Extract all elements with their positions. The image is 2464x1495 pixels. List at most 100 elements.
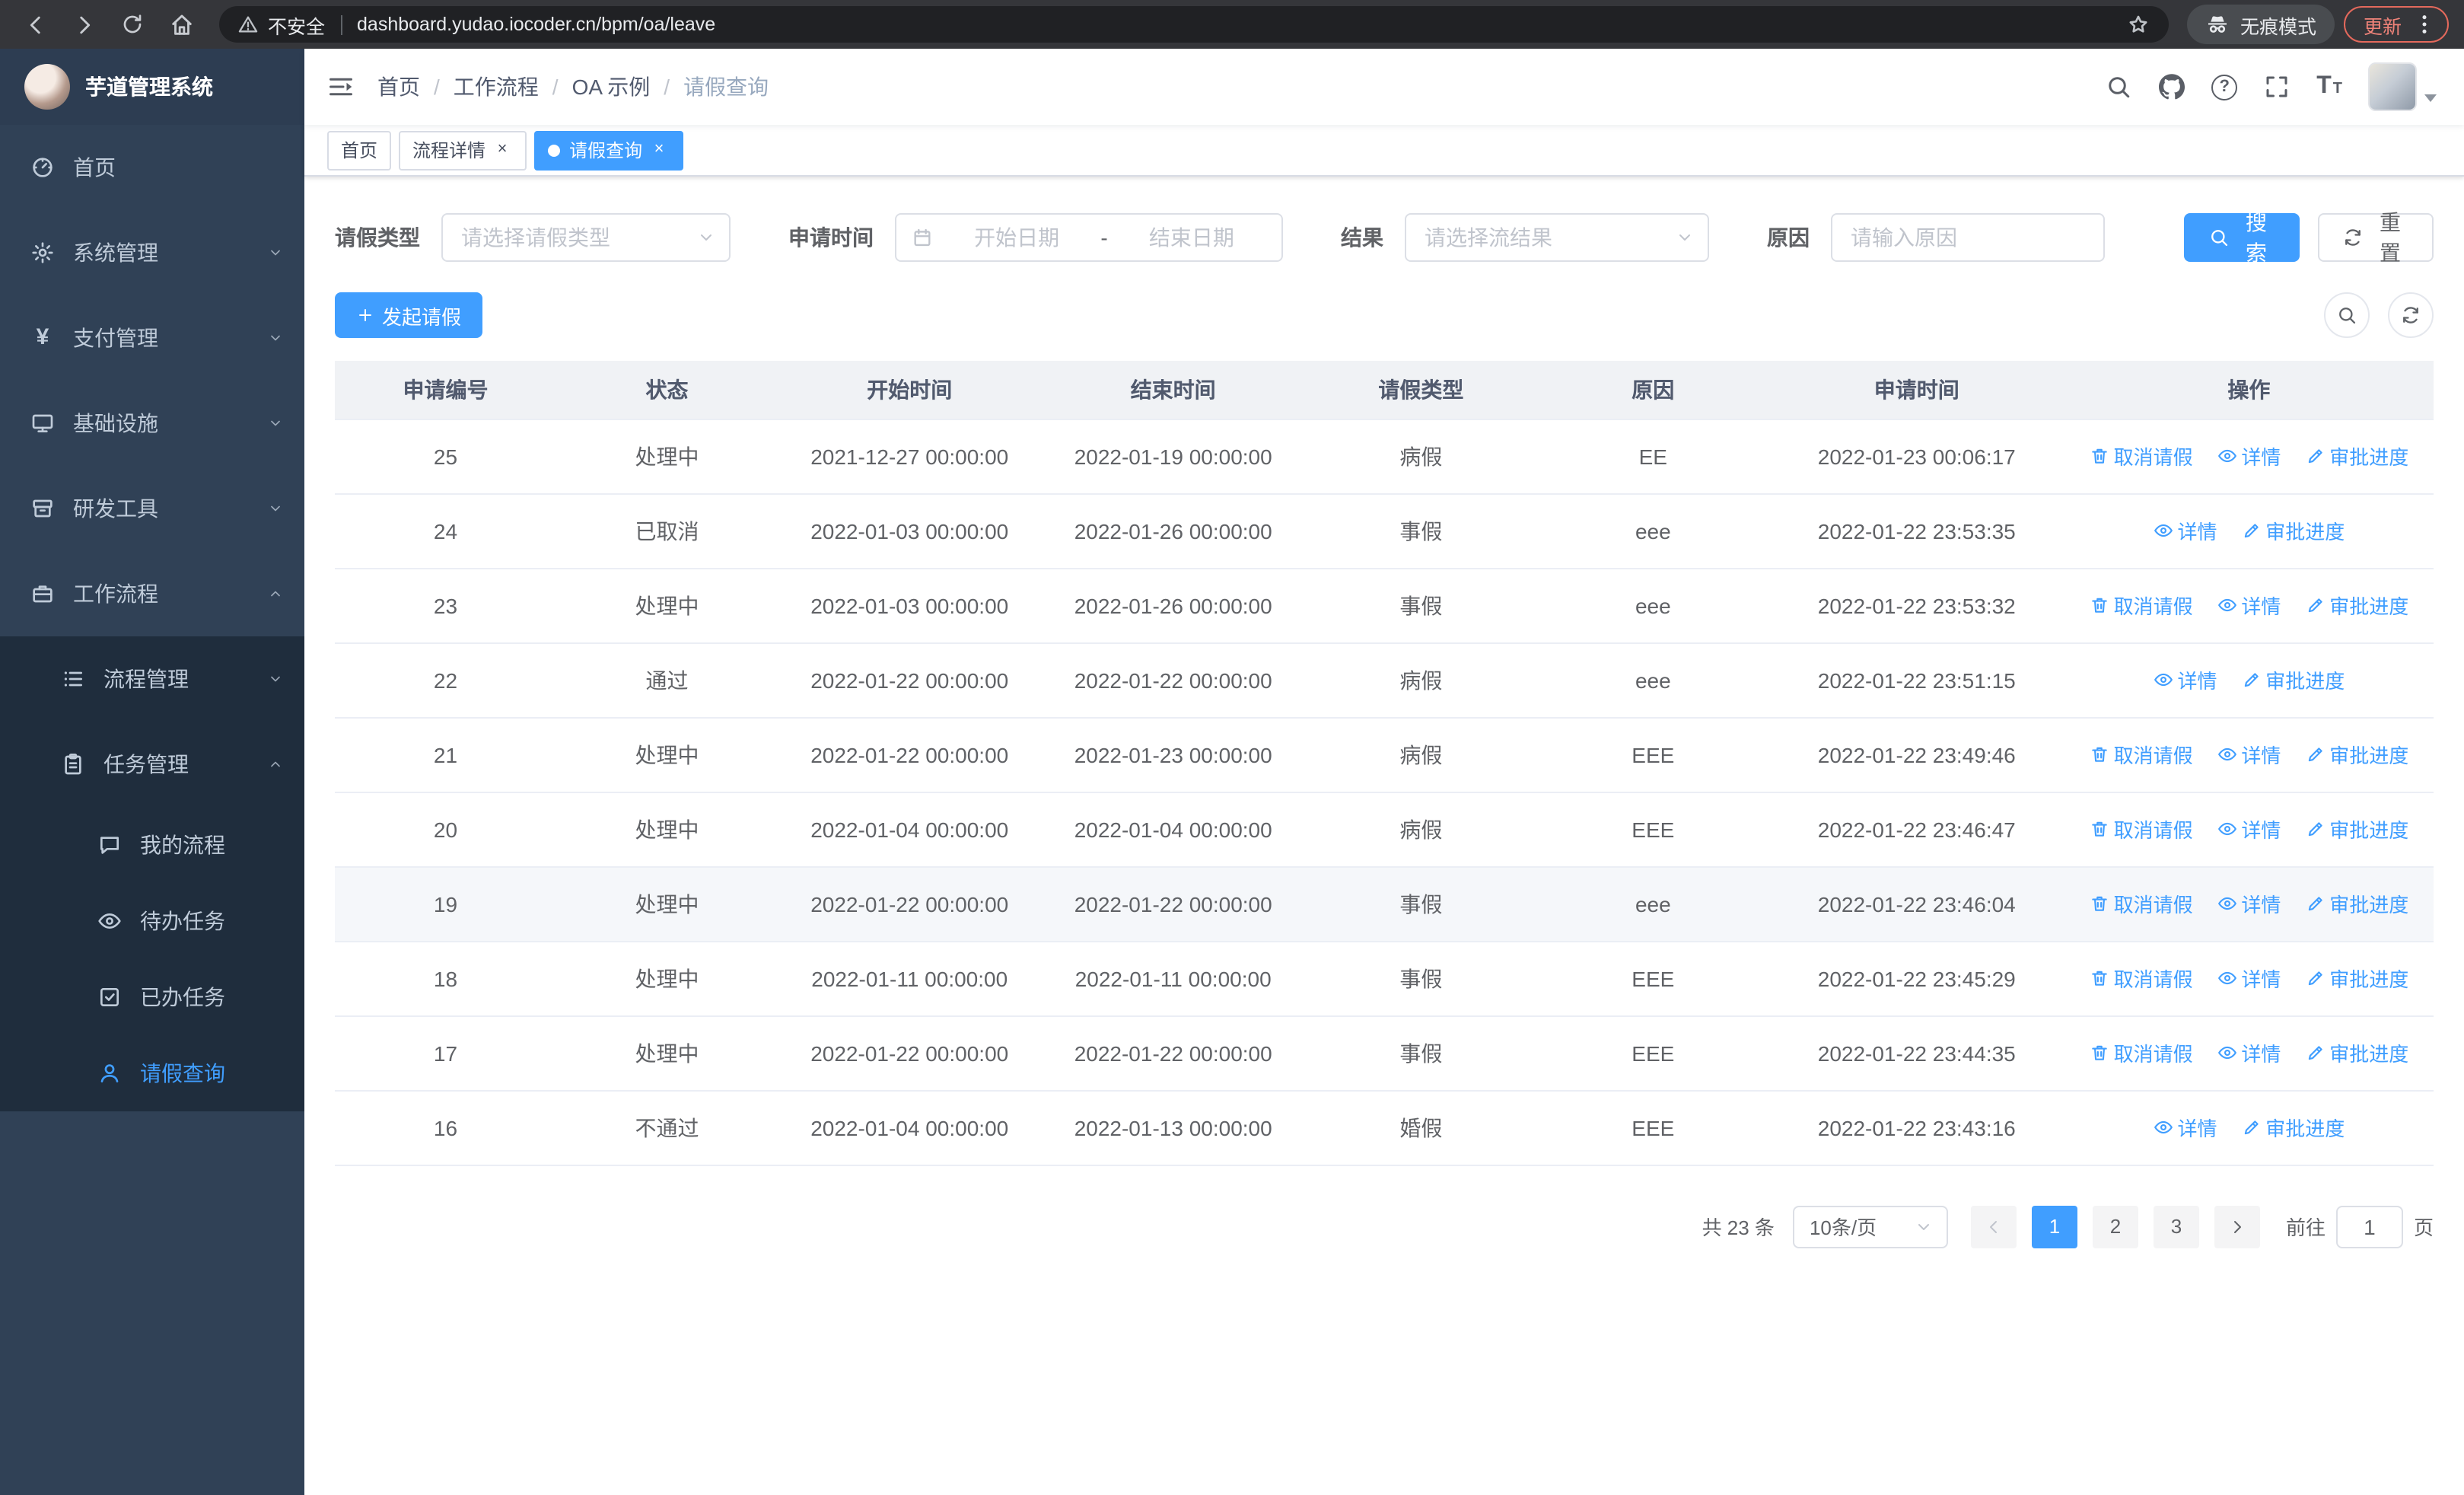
app-logo[interactable]: 芋道管理系统 [0, 49, 304, 125]
eye-icon [97, 909, 122, 933]
sidebar-item-devtools[interactable]: 研发工具 [0, 466, 304, 551]
detail-link[interactable]: 详情 [2153, 665, 2217, 694]
approval-progress-link[interactable]: 审批进度 [2305, 740, 2408, 769]
sidebar-item-done-tasks[interactable]: 已办任务 [0, 959, 304, 1035]
tab-leave-query[interactable]: 请假查询 [534, 130, 684, 170]
page-button-1[interactable]: 1 [2031, 1205, 2077, 1248]
toggle-search-button[interactable] [2324, 292, 2370, 338]
chat-icon [97, 833, 122, 857]
fullscreen-icon[interactable] [2263, 73, 2291, 100]
sidebar-item-leave-query[interactable]: 请假查询 [0, 1035, 304, 1111]
filter-group-reason: 原因 请输入原因 [1767, 213, 2105, 262]
reload-icon [120, 12, 145, 37]
detail-link[interactable]: 详情 [2217, 964, 2281, 993]
sidebar-item-todo-tasks[interactable]: 待办任务 [0, 883, 304, 959]
detail-link[interactable]: 详情 [2153, 516, 2217, 545]
browser-forward-button[interactable] [64, 5, 103, 44]
chevron-down-icon [697, 228, 715, 247]
search-button[interactable]: 搜索 [2184, 210, 2300, 265]
bookmark-star-icon[interactable] [2126, 12, 2150, 37]
cell-status: 处理中 [556, 866, 778, 942]
cancel-leave-link[interactable]: 取消请假 [2090, 1038, 2193, 1067]
approval-progress-link[interactable]: 审批进度 [2305, 1038, 2408, 1067]
next-page-button[interactable] [2214, 1205, 2260, 1248]
user-menu[interactable] [2368, 62, 2437, 111]
approval-progress-link[interactable]: 审批进度 [2305, 814, 2408, 843]
approval-progress-link[interactable]: 审批进度 [2305, 889, 2408, 918]
detail-link[interactable]: 详情 [2217, 814, 2281, 843]
detail-link[interactable]: 详情 [2217, 740, 2281, 769]
detail-link[interactable]: 详情 [2153, 1113, 2217, 1142]
refresh-table-button[interactable] [2388, 292, 2434, 338]
cancel-leave-link[interactable]: 取消请假 [2090, 964, 2193, 993]
approval-progress-label: 审批进度 [2329, 744, 2409, 767]
page-button-2[interactable]: 2 [2092, 1205, 2138, 1248]
help-icon[interactable] [2211, 74, 2238, 100]
approval-progress-link[interactable]: 审批进度 [2305, 964, 2408, 993]
sidebar-item-workflow[interactable]: 工作流程 [0, 551, 304, 636]
detail-link[interactable]: 详情 [2217, 889, 2281, 918]
sidebar-menu: 首页 系统管理 支付管理 基础设施 [0, 125, 304, 1111]
cancel-leave-label: 取消请假 [2113, 595, 2193, 618]
approval-progress-link[interactable]: 审批进度 [2241, 516, 2345, 545]
reason-input[interactable]: 请输入原因 [1831, 213, 2105, 262]
eye-icon [2217, 1043, 2236, 1063]
detail-link[interactable]: 详情 [2217, 591, 2281, 620]
filter-label-result: 结果 [1341, 225, 1383, 250]
browser-menu-kebab-icon[interactable] [2412, 12, 2437, 37]
leave-type-select[interactable]: 请选择请假类型 [441, 213, 731, 262]
approval-progress-link[interactable]: 审批进度 [2241, 1113, 2345, 1142]
search-icon[interactable] [2105, 73, 2132, 100]
chevron-right-icon [2228, 1217, 2246, 1235]
detail-link[interactable]: 详情 [2217, 1038, 2281, 1067]
approval-progress-link[interactable]: 审批进度 [2241, 665, 2345, 694]
cell-leave-type: 病假 [1304, 792, 1537, 867]
sidebar-item-home[interactable]: 首页 [0, 125, 304, 210]
sidebar-item-system-manage[interactable]: 系统管理 [0, 210, 304, 295]
breadcrumb-oa-example[interactable]: OA 示例 [572, 72, 651, 102]
reset-button[interactable]: 重置 [2318, 210, 2434, 265]
tab-home[interactable]: 首页 [327, 130, 392, 170]
approval-progress-link[interactable]: 审批进度 [2305, 591, 2408, 620]
browser-reload-button[interactable] [113, 5, 152, 44]
browser-home-button[interactable] [161, 5, 201, 44]
dashboard-icon [30, 155, 55, 180]
sidebar-item-task-manage[interactable]: 任务管理 [0, 722, 304, 807]
cell-actions: 详情 审批进度 [2064, 493, 2434, 569]
font-size-icon[interactable] [2316, 76, 2342, 97]
pagination: 共 23 条 10条/页 1 2 3 前往 1 页 [335, 1205, 2434, 1248]
cancel-leave-link[interactable]: 取消请假 [2090, 740, 2193, 769]
approval-progress-link[interactable]: 审批进度 [2305, 441, 2408, 470]
sidebar-toggle-button[interactable] [304, 73, 377, 100]
sidebar-item-payment-manage[interactable]: 支付管理 [0, 295, 304, 381]
cancel-leave-link[interactable]: 取消请假 [2090, 591, 2193, 620]
cancel-leave-link[interactable]: 取消请假 [2090, 814, 2193, 843]
page-button-3[interactable]: 3 [2153, 1205, 2199, 1248]
create-leave-button[interactable]: 发起请假 [335, 292, 483, 338]
browser-update-button[interactable]: 更新 [2343, 6, 2449, 43]
apply-time-range-picker[interactable]: 开始日期 - 结束日期 [895, 213, 1283, 262]
address-bar[interactable]: 不安全 dashboard.yudao.iocoder.cn/bpm/oa/le… [219, 6, 2169, 43]
goto-page-input[interactable]: 1 [2335, 1205, 2403, 1248]
col-actions: 操作 [2064, 361, 2434, 419]
cell-leave-type: 病假 [1304, 419, 1537, 494]
sidebar-item-my-process[interactable]: 我的流程 [0, 807, 304, 883]
sidebar-item-infrastructure[interactable]: 基础设施 [0, 381, 304, 466]
app-shell: 芋道管理系统 首页 系统管理 支付管理 [0, 49, 2464, 1495]
cancel-leave-link[interactable]: 取消请假 [2090, 441, 2193, 470]
breadcrumb-home[interactable]: 首页 [377, 72, 420, 102]
sidebar-item-process-manage[interactable]: 流程管理 [0, 636, 304, 722]
start-date-placeholder: 开始日期 [974, 225, 1060, 250]
tab-close-icon[interactable] [492, 139, 513, 161]
browser-back-button[interactable] [15, 5, 55, 44]
tab-process-detail[interactable]: 流程详情 [399, 130, 527, 170]
tab-close-icon[interactable] [648, 139, 670, 161]
detail-link[interactable]: 详情 [2217, 441, 2281, 470]
cancel-leave-link[interactable]: 取消请假 [2090, 889, 2193, 918]
breadcrumb-workflow[interactable]: 工作流程 [454, 72, 539, 102]
prev-page-button[interactable] [1970, 1205, 2017, 1248]
result-select[interactable]: 请选择流结果 [1405, 213, 1709, 262]
page-size-select[interactable]: 10条/页 [1792, 1205, 1948, 1248]
github-icon[interactable] [2158, 73, 2185, 100]
detail-label: 详情 [2241, 1043, 2281, 1066]
